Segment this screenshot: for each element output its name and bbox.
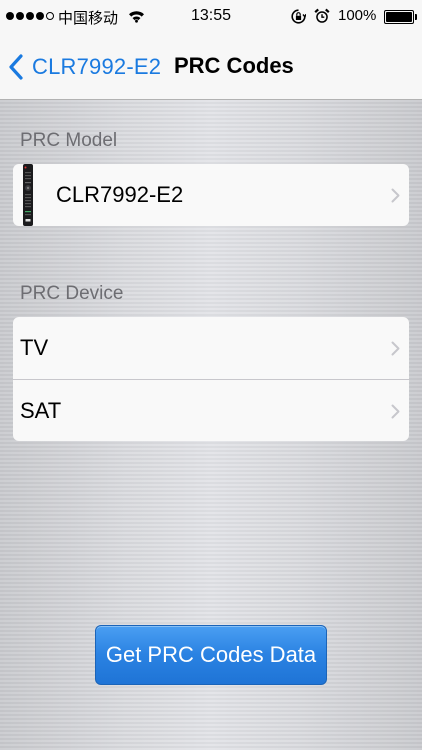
remote-control-icon [23,164,33,226]
prc-model-group: CLR7992-E2 [13,164,409,226]
prc-model-label: CLR7992-E2 [56,182,184,207]
chevron-right-icon [391,341,400,356]
page-title: PRC Codes [174,53,294,78]
back-button[interactable]: CLR7992-E2 [8,50,161,84]
chevron-left-icon [9,54,23,80]
device-item-tv[interactable]: TV [13,317,409,379]
alarm-icon [314,8,330,23]
navigation-bar: CLR7992-E2 PRC Codes [0,34,422,100]
section-header-prc-model: PRC Model [20,130,118,151]
status-bar: 中国移动 13:55 100% [0,0,422,34]
chevron-right-icon [391,188,400,203]
prc-model-cell[interactable]: CLR7992-E2 [13,164,409,226]
prc-device-group: TV SAT [13,317,409,441]
battery-percentage: 100% [338,7,377,24]
device-item-sat[interactable]: SAT [13,379,409,441]
battery-level [386,12,412,22]
back-button-label: CLR7992-E2 [32,54,162,79]
app-screen: 中国移动 13:55 100% CLR7992-E2 PRC Codes PRC… [0,0,422,750]
device-item-label: SAT [20,397,62,423]
device-item-label: TV [20,335,49,360]
rotation-lock-icon [291,9,306,24]
section-header-prc-device: PRC Device [20,283,124,304]
chevron-right-icon [391,404,400,419]
get-prc-codes-data-button[interactable]: Get PRC Codes Data [95,625,327,685]
battery-icon [384,10,417,24]
